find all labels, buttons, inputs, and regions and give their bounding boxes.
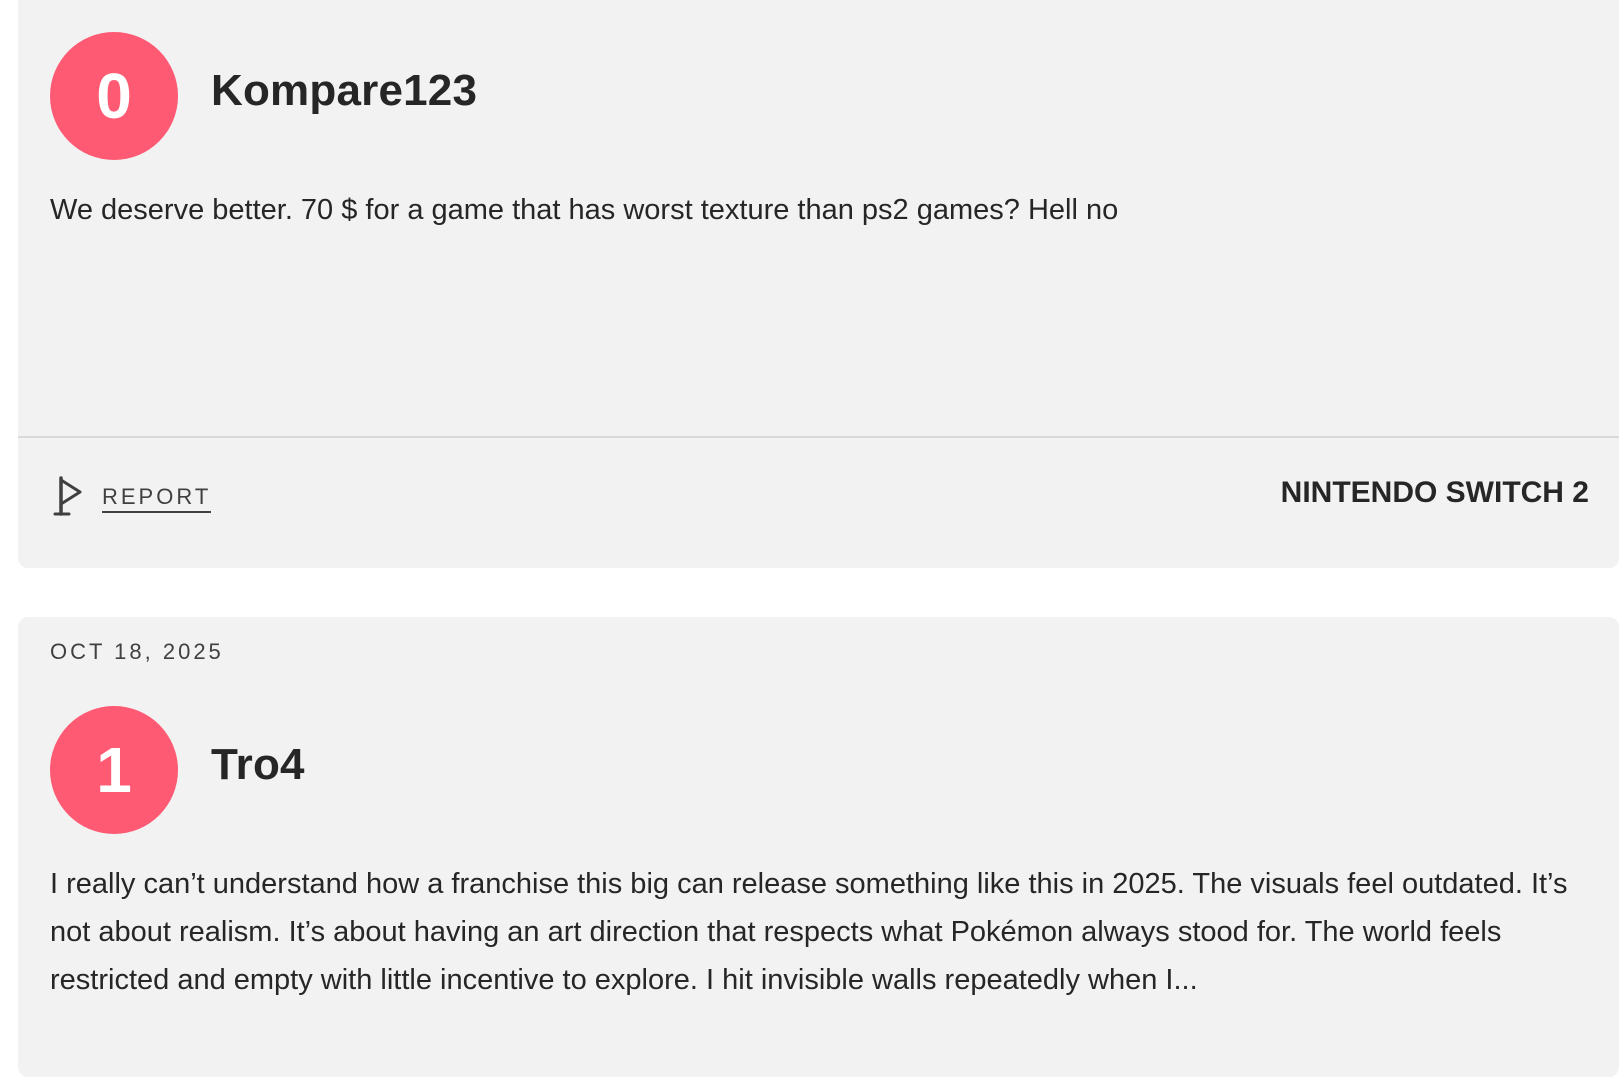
report-label[interactable]: REPORT bbox=[102, 484, 212, 513]
review-date: OCT 18, 2025 bbox=[50, 639, 224, 664]
platform-label: NINTENDO SWITCH 2 bbox=[1280, 476, 1589, 509]
reviewer-username[interactable]: Tro4 bbox=[211, 740, 305, 790]
card-divider bbox=[18, 436, 1619, 438]
report-button[interactable]: REPORT bbox=[52, 474, 212, 523]
score-badge: 1 bbox=[50, 706, 178, 834]
review-text: We deserve better. 70 $ for a game that … bbox=[50, 194, 1119, 226]
review-text: I really can’t understand how a franchis… bbox=[50, 868, 1568, 996]
review-card: 0 Kompare123 We deserve better. 70 $ for… bbox=[18, 0, 1619, 568]
reviewer-username[interactable]: Kompare123 bbox=[211, 66, 477, 116]
score-badge: 0 bbox=[50, 32, 178, 160]
flag-icon bbox=[52, 474, 84, 523]
review-card: OCT 18, 2025 1 Tro4 I really can’t under… bbox=[18, 617, 1619, 1077]
